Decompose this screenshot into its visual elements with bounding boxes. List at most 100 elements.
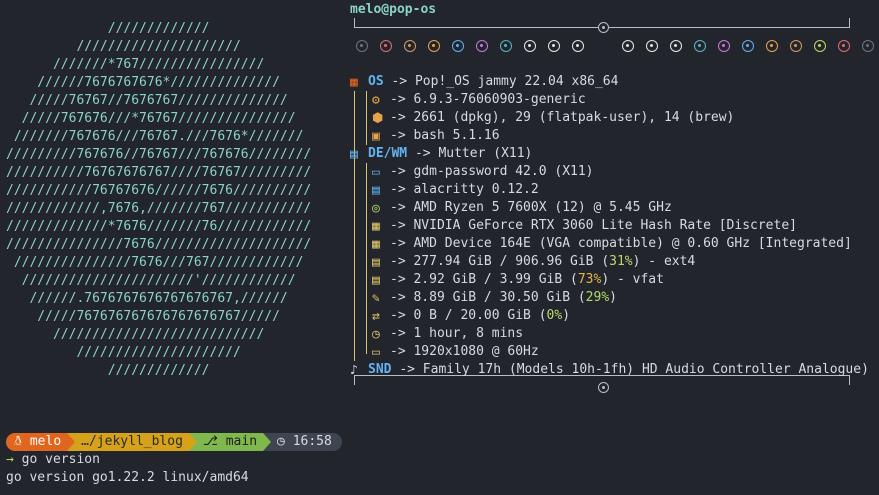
dewm-item-row: ▤ -> 2.92 GiB / 3.99 GiB (73%) - vfat bbox=[372, 271, 664, 289]
clock-icon: ◷ bbox=[277, 434, 285, 449]
display-icon: ▭ bbox=[372, 345, 380, 360]
shell-prompt: 🐧︎ melo …/jekyll_blog ⎇ main ◷ 16:58 bbox=[6, 433, 342, 451]
palette-dot bbox=[838, 40, 850, 52]
arrow: -> bbox=[391, 74, 408, 89]
prompt-user-segment: 🐧︎ melo bbox=[6, 433, 68, 451]
palette-dot bbox=[404, 40, 416, 52]
command-text: go version bbox=[21, 452, 100, 467]
dewm-item-value: 1 hour, 8 mins bbox=[413, 326, 524, 341]
bottom-frame-knob bbox=[598, 382, 609, 393]
dewm-item-row: ▭ -> 1920x1080 @ 60Hz bbox=[372, 343, 539, 361]
memory-icon: ✎ bbox=[372, 291, 380, 306]
prompt-user: melo bbox=[29, 434, 62, 449]
dewm-item-row: ▤ -> alacritty 0.12.2 bbox=[372, 181, 539, 199]
monitor-icon: ▭ bbox=[372, 165, 380, 180]
dewm-item-row: ▭ -> gdm-password 42.0 (X11) bbox=[372, 163, 594, 181]
palette-dot bbox=[452, 40, 464, 52]
palette-dot bbox=[646, 40, 658, 52]
suffix: ) bbox=[609, 290, 617, 305]
snd-row: ♪ SND -> Family 17h (Models 10h-1fh) HD A… bbox=[350, 361, 869, 379]
disk-icon: ▤ bbox=[372, 255, 380, 270]
os-item-row: ▣ -> bash 5.1.16 bbox=[372, 127, 500, 145]
dewm-item-value: AMD Ryzen 5 7600X (12) @ 5.45 GHz bbox=[413, 200, 672, 215]
prompt-time: 16:58 bbox=[292, 434, 332, 449]
logo-line: ///////////////////// bbox=[6, 39, 241, 54]
command-line: → go version bbox=[6, 452, 100, 467]
dewm-item-row: ▤ -> 277.94 GiB / 906.96 GiB (31%) - ext4 bbox=[372, 253, 695, 271]
logo-line: /////767676///*76767/////////////// bbox=[6, 111, 296, 126]
arrow: -> bbox=[390, 92, 406, 107]
arrow: -> bbox=[414, 146, 431, 161]
palette-dot bbox=[524, 40, 536, 52]
arrow: -> bbox=[390, 272, 406, 287]
os-key: OS bbox=[368, 74, 384, 89]
os-item-value: bash 5.1.16 bbox=[413, 128, 500, 143]
logo-line: ///////////////7676///767//////////// bbox=[6, 255, 304, 270]
dewm-item-value: 2.92 GiB / 3.99 GiB ( bbox=[413, 272, 578, 287]
palette-dot bbox=[814, 40, 826, 52]
prompt-path: …/jekyll_blog bbox=[81, 434, 183, 449]
prompt-branch: main bbox=[225, 434, 258, 449]
prompt-time-segment: ◷ 16:58 bbox=[271, 433, 342, 451]
palette-dot bbox=[718, 40, 730, 52]
arrow: -> bbox=[390, 182, 406, 197]
arrow: -> bbox=[390, 290, 406, 305]
palette-dot bbox=[790, 40, 802, 52]
os-icon: ▦ bbox=[350, 75, 358, 90]
palette-dot bbox=[500, 40, 512, 52]
dewm-item-value: NVIDIA GeForce RTX 3060 Lite Hash Rate [… bbox=[413, 218, 797, 233]
logo-line: //////7676767676*////////////// bbox=[6, 75, 280, 90]
logo-line: ///////*767//////////////// bbox=[6, 57, 265, 72]
logo-line: //////.7676767676767676767,////// bbox=[6, 291, 288, 306]
chip-icon: ▦ bbox=[372, 219, 380, 234]
prompt-separator bbox=[67, 433, 76, 451]
speaker-icon: ♪ bbox=[350, 363, 358, 378]
dewm-item-value: 8.89 GiB / 30.50 GiB ( bbox=[413, 290, 586, 305]
palette-dot bbox=[670, 40, 682, 52]
arrow: -> bbox=[390, 200, 406, 215]
terminal-window-icon: ▤ bbox=[372, 183, 380, 198]
arrow: -> bbox=[390, 326, 406, 341]
palette-dot bbox=[862, 40, 874, 52]
palette-dot bbox=[572, 40, 584, 52]
prompt-separator bbox=[188, 433, 197, 451]
arrow: -> bbox=[390, 236, 406, 251]
dewm-item-row: ⇄ -> 0 B / 20.00 GiB (0%) bbox=[372, 307, 570, 325]
logo-line: /////767676767676767676767///// bbox=[6, 309, 280, 324]
terminal-icon: ▣ bbox=[372, 129, 380, 144]
percent: 29% bbox=[585, 290, 610, 305]
snd-key: SND bbox=[368, 362, 392, 377]
prompt-separator bbox=[263, 433, 272, 451]
dewm-item-value: alacritty 0.12.2 bbox=[413, 182, 539, 197]
prompt-path-segment: …/jekyll_blog bbox=[75, 433, 189, 451]
arrow: -> bbox=[390, 218, 406, 233]
logo-line: ///////////////7676//////////////////// bbox=[6, 237, 312, 252]
palette-dot bbox=[380, 40, 392, 52]
tree-line-dewm bbox=[366, 163, 367, 354]
tree-line-main bbox=[354, 91, 355, 361]
snd-value: Family 17h (Models 10h-1fh) HD Audio Con… bbox=[422, 362, 869, 377]
dewm-item-value: 1920x1080 @ 60Hz bbox=[413, 344, 539, 359]
dewm-item-row: ✎ -> 8.89 GiB / 30.50 GiB (29%) bbox=[372, 289, 617, 307]
dewm-icon: ▤ bbox=[350, 147, 358, 162]
arrow: -> bbox=[399, 362, 415, 377]
logo-line: /////////////*7676///////76//////////// bbox=[6, 219, 312, 234]
logo-line: ///////////////////// bbox=[6, 345, 241, 360]
dewm-item-row: ▦ -> AMD Device 164E (VGA compatible) @ 0… bbox=[372, 235, 852, 253]
percent: 0% bbox=[546, 308, 563, 323]
palette-dot bbox=[476, 40, 488, 52]
palette-dot bbox=[622, 40, 634, 52]
palette-dot bbox=[548, 40, 560, 52]
tree-line-os bbox=[366, 91, 367, 145]
dewm-item-row: ◷ -> 1 hour, 8 mins bbox=[372, 325, 523, 343]
cpu-icon: ◎ bbox=[372, 201, 380, 216]
palette-dot bbox=[742, 40, 754, 52]
suffix: ) - vfat bbox=[601, 272, 664, 287]
top-frame-knob bbox=[598, 22, 609, 33]
git-branch-icon: ⎇ bbox=[202, 434, 218, 449]
suffix: ) - ext4 bbox=[632, 254, 696, 269]
command-output: go version go1.22.2 linux/amd64 bbox=[6, 470, 249, 485]
system-info-panel: melo@pop-os ▦ OS -> Pop!_OS jammy 22.04 x… bbox=[350, 0, 879, 400]
palette-dot bbox=[428, 40, 440, 52]
palette-dot bbox=[766, 40, 778, 52]
